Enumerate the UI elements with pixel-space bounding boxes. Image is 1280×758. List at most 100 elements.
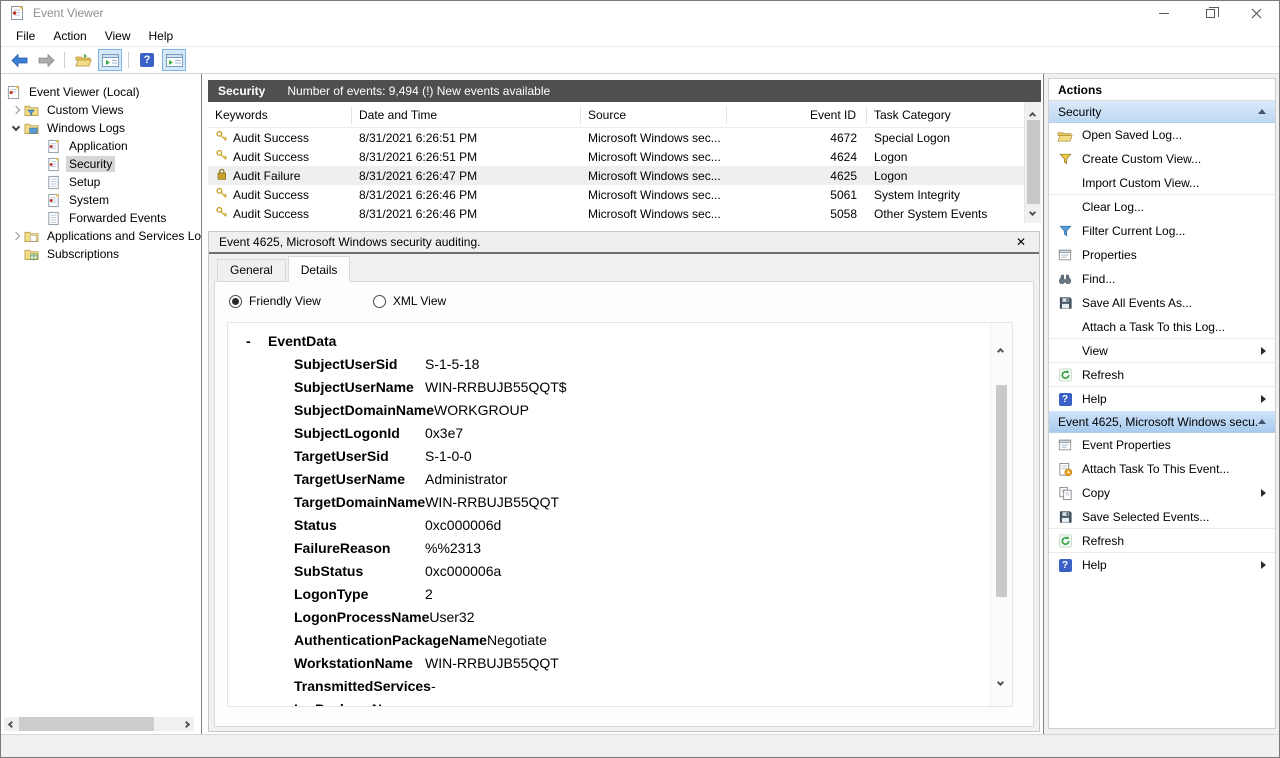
action-clear-log[interactable]: Clear Log... <box>1049 195 1275 219</box>
action-create-custom-view[interactable]: Create Custom View... <box>1049 147 1275 171</box>
event-field: LmPackageName- <box>246 698 982 707</box>
tree-item-applications-services-logs[interactable]: Applications and Services Lo <box>1 227 201 245</box>
task-category-value: Logon <box>867 150 1024 164</box>
console-tree-toggle-button[interactable] <box>98 49 122 71</box>
action-attach-task-to-log[interactable]: Attach a Task To this Log... <box>1049 315 1275 339</box>
action-attach-task-to-event[interactable]: Attach Task To This Event... <box>1049 457 1275 481</box>
menu-help[interactable]: Help <box>140 26 183 46</box>
action-copy[interactable]: Copy <box>1049 481 1275 505</box>
event-row[interactable]: Audit Success 8/31/2021 6:26:46 PM Micro… <box>208 204 1041 223</box>
xml-view-radio[interactable]: XML View <box>373 294 446 308</box>
event-field: FailureReason%%2313 <box>246 537 982 560</box>
actions-section-security[interactable]: Security <box>1049 101 1275 123</box>
event-log-icon <box>45 139 62 154</box>
collapse-icon[interactable]: - <box>246 330 268 353</box>
event-id-value: 5061 <box>727 188 867 202</box>
tree-item-label: Application <box>66 138 131 154</box>
tree-horizontal-scrollbar[interactable] <box>4 717 194 731</box>
column-header-event-id[interactable]: Event ID <box>727 106 867 124</box>
event-field: SubjectDomainNameWORKGROUP <box>246 399 982 422</box>
menu-view[interactable]: View <box>96 26 140 46</box>
chevron-right-icon[interactable] <box>9 107 23 113</box>
event-viewer-window: Event Viewer File Action View Help <box>0 0 1280 758</box>
scrollbar-thumb[interactable] <box>1027 120 1040 204</box>
restore-button[interactable] <box>1187 1 1233 25</box>
scroll-left-icon[interactable] <box>4 717 19 731</box>
tree-item-security[interactable]: Security <box>1 155 201 173</box>
scroll-down-icon[interactable] <box>1030 204 1035 218</box>
flyout-arrow-icon <box>1261 489 1266 497</box>
column-header-task-category[interactable]: Task Category <box>867 106 1024 124</box>
console-tree-panel: Event Viewer (Local) Custom Views Window… <box>1 74 202 734</box>
details-scrollbar[interactable] <box>990 323 1012 706</box>
event-row[interactable]: Audit Success 8/31/2021 6:26:46 PM Micro… <box>208 185 1041 204</box>
menu-file[interactable]: File <box>7 26 44 46</box>
tree-item-setup[interactable]: Setup <box>1 173 201 191</box>
event-row[interactable]: Audit Success 8/31/2021 6:26:51 PM Micro… <box>208 128 1041 147</box>
scroll-up-icon[interactable] <box>1030 107 1035 121</box>
title-bar: Event Viewer <box>1 1 1279 25</box>
event-list-scrollbar[interactable] <box>1024 102 1041 223</box>
main-area: Event Viewer (Local) Custom Views Window… <box>1 74 1279 734</box>
details-close-button[interactable]: ✕ <box>1013 234 1029 250</box>
action-open-saved-log[interactable]: Open Saved Log... <box>1049 123 1275 147</box>
forward-button[interactable] <box>34 49 58 71</box>
column-header-source[interactable]: Source <box>581 106 727 124</box>
blank-icon <box>1056 175 1074 191</box>
action-find[interactable]: Find... <box>1049 267 1275 291</box>
collapse-up-icon <box>1258 419 1266 424</box>
chevron-down-icon[interactable] <box>9 127 23 130</box>
action-save-all-events-as[interactable]: Save All Events As... <box>1049 291 1275 315</box>
action-save-selected-events[interactable]: Save Selected Events... <box>1049 505 1275 529</box>
tree-item-forwarded-events[interactable]: Forwarded Events <box>1 209 201 227</box>
tree-item-application[interactable]: Application <box>1 137 201 155</box>
tree-item-custom-views[interactable]: Custom Views <box>1 101 201 119</box>
menu-action[interactable]: Action <box>44 26 95 46</box>
event-row-selected[interactable]: Audit Failure 8/31/2021 6:26:47 PM Micro… <box>208 166 1041 185</box>
column-header-keywords[interactable]: Keywords <box>208 106 352 124</box>
eventdata-node[interactable]: -EventData <box>246 330 982 353</box>
event-row[interactable]: Audit Success 8/31/2021 6:26:51 PM Micro… <box>208 147 1041 166</box>
chevron-right-icon[interactable] <box>9 233 23 239</box>
scroll-down-icon[interactable] <box>998 672 1003 688</box>
tree-item-subscriptions[interactable]: Subscriptions <box>1 245 201 263</box>
help-button[interactable]: ? <box>135 49 159 71</box>
action-refresh-event[interactable]: Refresh <box>1049 529 1275 553</box>
action-view[interactable]: View <box>1049 339 1275 363</box>
action-help[interactable]: ? Help <box>1049 387 1275 411</box>
open-saved-log-button[interactable] <box>71 49 95 71</box>
actions-section-event-4625[interactable]: Event 4625, Microsoft Windows secu... <box>1049 411 1275 433</box>
date-value: 8/31/2021 6:26:46 PM <box>352 207 581 221</box>
event-field: SubjectLogonId0x3e7 <box>246 422 982 445</box>
action-refresh[interactable]: Refresh <box>1049 363 1275 387</box>
tree-item-system[interactable]: System <box>1 191 201 209</box>
event-list-header: Keywords Date and Time Source Event ID T… <box>208 102 1041 128</box>
log-header-bar: Security Number of events: 9,494 (!) New… <box>208 80 1041 102</box>
task-category-value: Logon <box>867 169 1024 183</box>
app-icon <box>9 5 25 21</box>
friendly-view-radio[interactable]: Friendly View <box>229 294 321 308</box>
scroll-right-icon[interactable] <box>179 717 194 731</box>
action-properties[interactable]: Properties <box>1049 243 1275 267</box>
custom-views-folder-icon <box>23 104 40 117</box>
column-header-date-time[interactable]: Date and Time <box>352 106 581 124</box>
back-button[interactable] <box>7 49 31 71</box>
scrollbar-thumb[interactable] <box>19 717 154 731</box>
details-pane-body: General Details Friendly View XML View <box>209 256 1039 731</box>
action-help-event[interactable]: ? Help <box>1049 553 1275 577</box>
scroll-up-icon[interactable] <box>998 341 1003 357</box>
tab-general[interactable]: General <box>217 259 286 282</box>
tab-details[interactable]: Details <box>288 256 351 282</box>
action-pane-toggle-button[interactable] <box>162 49 186 71</box>
tree-item-event-viewer-local[interactable]: Event Viewer (Local) <box>1 83 201 101</box>
close-button[interactable] <box>1233 1 1279 25</box>
action-import-custom-view[interactable]: Import Custom View... <box>1049 171 1275 195</box>
open-folder-icon <box>1056 127 1074 143</box>
minimize-button[interactable] <box>1141 1 1187 25</box>
action-filter-current-log[interactable]: Filter Current Log... <box>1049 219 1275 243</box>
tree-item-label: Security <box>66 156 115 172</box>
action-event-properties[interactable]: Event Properties <box>1049 433 1275 457</box>
scrollbar-thumb[interactable] <box>996 385 1007 597</box>
menu-bar: File Action View Help <box>1 25 1279 47</box>
tree-item-windows-logs[interactable]: Windows Logs <box>1 119 201 137</box>
